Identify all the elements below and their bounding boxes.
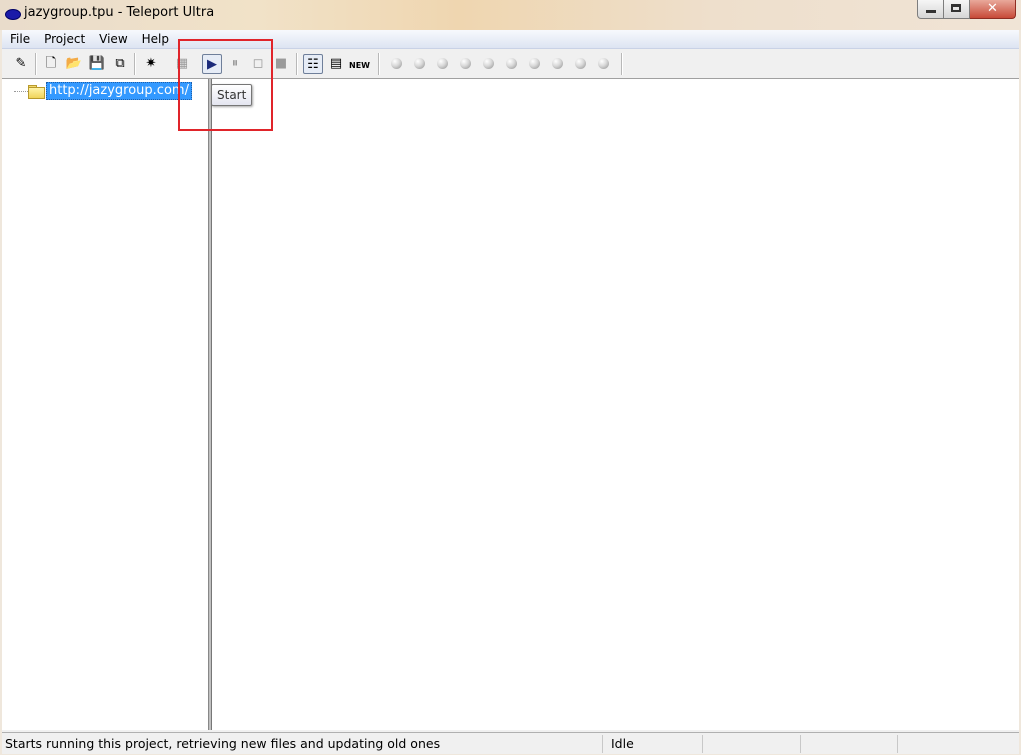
file-list-pane[interactable] <box>212 79 1019 730</box>
status-state: Idle <box>602 735 702 753</box>
list-view-icon: ☷ <box>307 57 319 72</box>
stop-icon: ◻ <box>252 56 264 71</box>
folder-icon <box>28 85 45 99</box>
project-properties-button[interactable]: ⧉ <box>110 54 130 74</box>
list-view-button[interactable]: ☷ <box>303 54 323 74</box>
tree-item-root[interactable]: http://jazygroup.com/ <box>46 82 192 100</box>
status-bar: Starts running this project, retrieving … <box>2 732 1019 754</box>
status-panel-empty <box>897 735 1019 753</box>
toolbar: ✎ 🗋 📂 💾 ⧉ ✷ ▦ ▶ ⏸ ◻ ■ ☷ ▤ NEW <box>2 50 1019 79</box>
thread-indicator-icon <box>529 58 540 69</box>
close-icon: ✕ <box>987 1 998 16</box>
status-message: Starts running this project, retrieving … <box>5 736 441 751</box>
thread-indicator-icon <box>598 58 609 69</box>
status-panel-empty <box>800 735 897 753</box>
menu-bar: File Project View Help <box>2 30 1019 49</box>
thread-indicator-icon <box>552 58 563 69</box>
new-files-button[interactable]: NEW <box>349 54 370 74</box>
thread-indicator-icon <box>483 58 494 69</box>
window-title: jazygroup.tpu - Teleport Ultra <box>24 5 215 20</box>
edit-project-button[interactable]: ✎ <box>11 54 31 74</box>
window-controls: ✕ <box>917 0 1016 20</box>
title-bar[interactable]: jazygroup.tpu - Teleport Ultra ✕ <box>0 0 1021 30</box>
start-tooltip: Start <box>211 84 253 106</box>
app-frame: File Project View Help ✎ 🗋 📂 💾 ⧉ ✷ ▦ ▶ ⏸… <box>2 30 1019 754</box>
maximize-icon <box>951 4 961 12</box>
grid-disabled-icon: ▦ <box>175 56 189 71</box>
disabled-toolbar-button[interactable]: ▦ <box>172 54 192 74</box>
thread-indicator-icon <box>575 58 586 69</box>
menu-project[interactable]: Project <box>37 30 92 48</box>
new-address-button[interactable]: ✷ <box>141 54 161 74</box>
close-button[interactable]: ✕ <box>970 0 1016 19</box>
grid-view-icon: ▤ <box>329 56 343 71</box>
toolbar-separator <box>296 53 298 75</box>
app-icon <box>5 9 21 20</box>
halt-button[interactable]: ■ <box>271 54 291 74</box>
status-panel-empty <box>702 735 800 753</box>
toolbar-separator <box>621 53 623 75</box>
properties-icon: ⧉ <box>115 56 125 71</box>
save-icon: 💾 <box>88 56 106 71</box>
edit-icon: ✎ <box>15 56 27 71</box>
thread-indicator-icon <box>414 58 425 69</box>
thread-indicator-icon <box>437 58 448 69</box>
play-icon: ▶ <box>207 57 217 72</box>
thread-indicator-icon <box>391 58 402 69</box>
thread-indicator-icon <box>506 58 517 69</box>
new-file-icon: 🗋 <box>45 56 57 71</box>
toolbar-separator <box>35 53 37 75</box>
thread-indicator-icon <box>460 58 471 69</box>
menu-help[interactable]: Help <box>135 30 176 48</box>
open-project-button[interactable]: 📂 <box>64 54 84 74</box>
open-folder-icon: 📂 <box>65 56 83 71</box>
tree-connector <box>14 91 28 92</box>
menu-file[interactable]: File <box>2 30 37 48</box>
toolbar-separator <box>134 53 136 75</box>
pause-icon: ⏸ <box>231 56 239 71</box>
toolbar-separator <box>378 53 380 75</box>
new-project-button[interactable]: 🗋 <box>41 54 61 74</box>
new-folder-icon: ✷ <box>145 56 157 71</box>
minimize-icon <box>926 10 936 13</box>
pause-button[interactable]: ⏸ <box>225 54 245 74</box>
start-button[interactable]: ▶ <box>202 54 222 74</box>
new-badge-icon: NEW <box>349 61 370 70</box>
menu-view[interactable]: View <box>92 30 134 48</box>
maximize-button[interactable] <box>944 0 970 19</box>
grid-view-button[interactable]: ▤ <box>326 54 346 74</box>
save-project-button[interactable]: 💾 <box>87 54 107 74</box>
project-tree-pane[interactable]: http://jazygroup.com/ <box>2 79 209 730</box>
stop-button[interactable]: ◻ <box>248 54 268 74</box>
halt-icon: ■ <box>274 56 288 71</box>
minimize-button[interactable] <box>917 0 944 19</box>
